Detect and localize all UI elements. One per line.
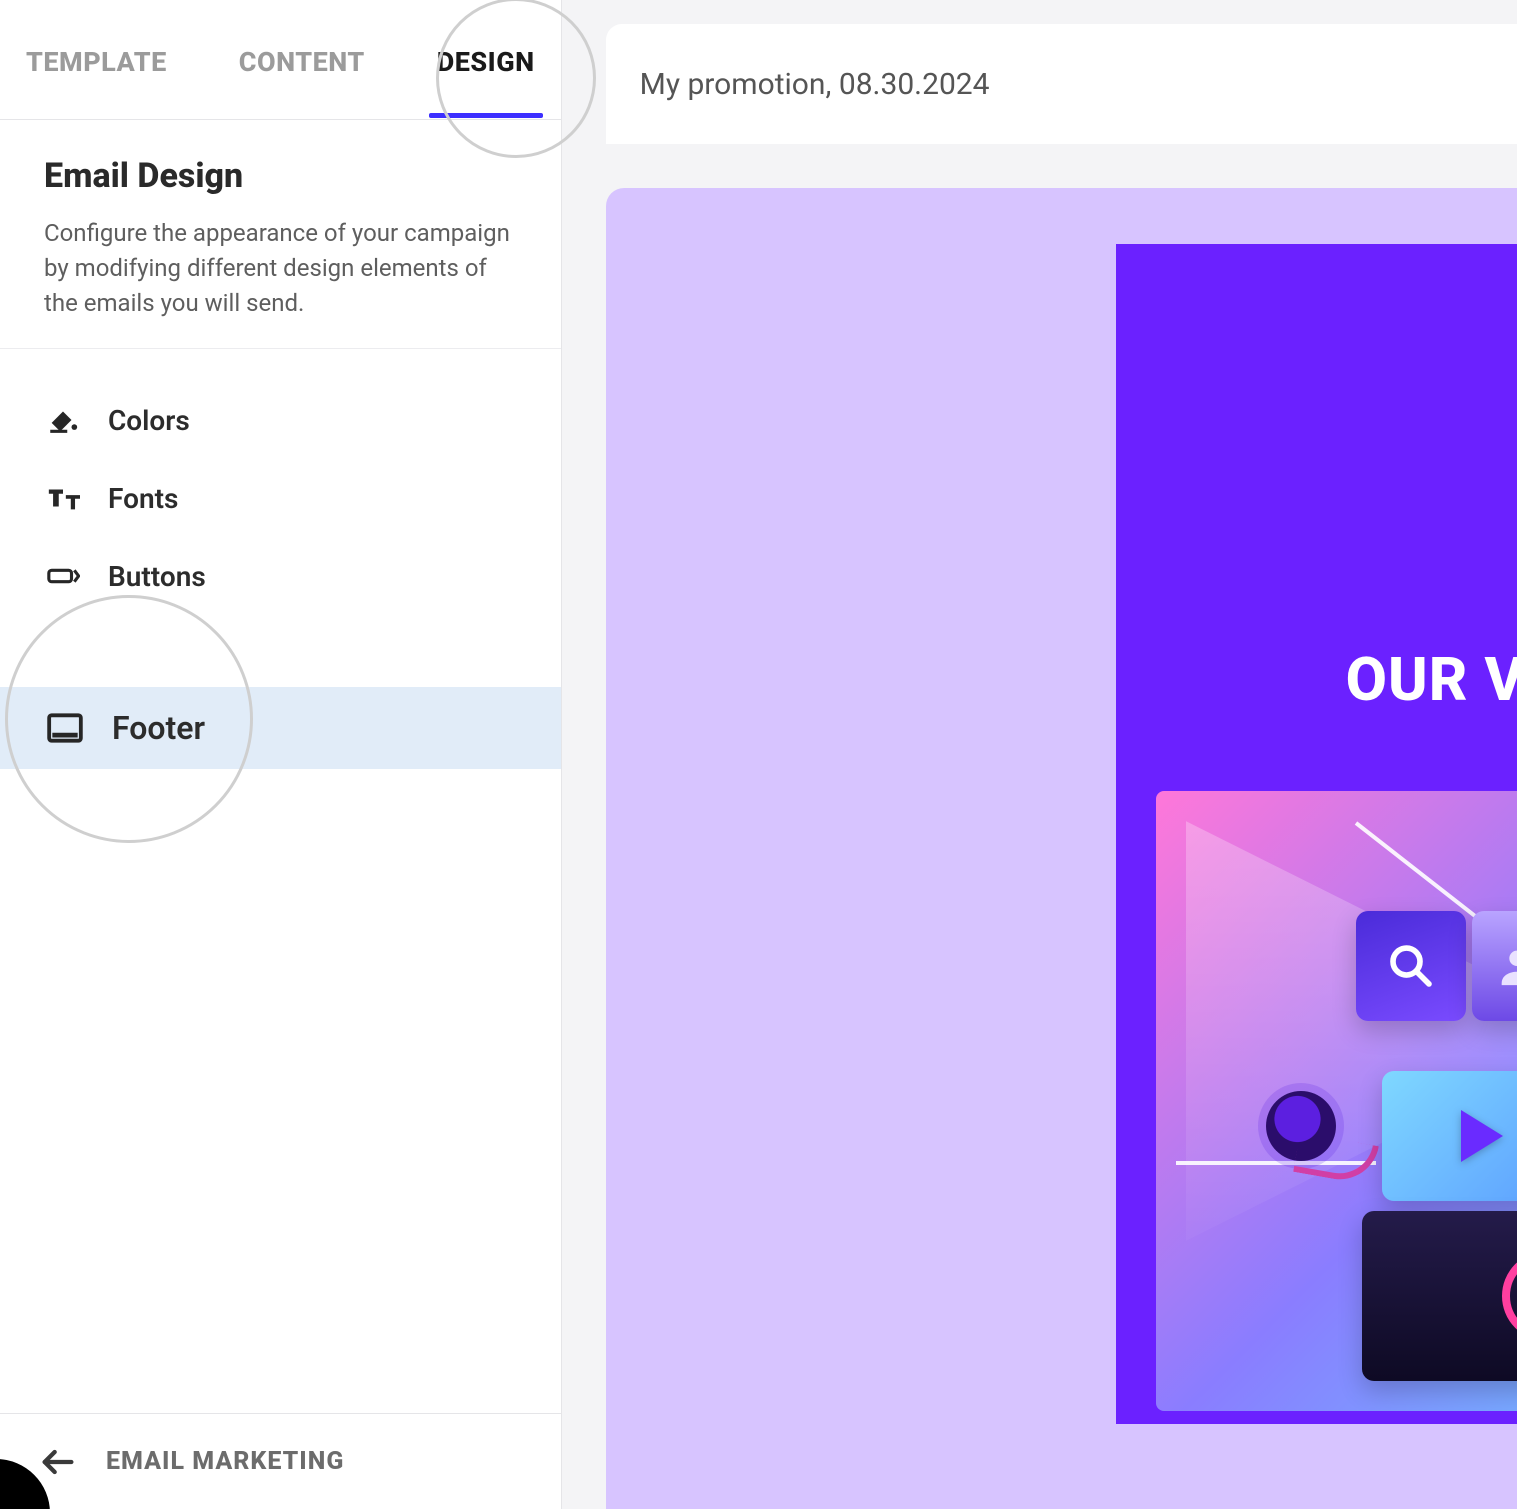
tab-content[interactable]: CONTENT <box>231 4 373 116</box>
design-options-list: Colors Fonts Buttons <box>0 349 561 769</box>
design-item-label: Fonts <box>108 482 178 515</box>
email-body: OUR V <box>1116 244 1517 1424</box>
design-item-footer[interactable]: Footer <box>0 687 561 769</box>
section-description: Configure the appearance of your campaig… <box>44 216 517 320</box>
design-sidebar: TEMPLATE CONTENT DESIGN Email Design Con… <box>0 0 562 1509</box>
preview-canvas-wrapper: OUR V <box>562 144 1517 1509</box>
footer-icon <box>46 709 84 747</box>
play-icon <box>1461 1110 1503 1162</box>
paint-bucket-icon <box>46 403 80 437</box>
email-preview-pane: My promotion, 08.30.2024 OUR V <box>562 0 1517 1509</box>
hero-title: OUR V <box>1116 644 1517 715</box>
target-icon <box>1502 1251 1517 1341</box>
design-item-buttons[interactable]: Buttons <box>0 537 561 615</box>
design-item-label: Colors <box>108 404 190 437</box>
design-item-label: Footer <box>112 709 205 747</box>
hero-image <box>1156 791 1517 1411</box>
design-item-label: Buttons <box>108 560 206 593</box>
section-title: Email Design <box>44 156 517 196</box>
sidebar-tabs: TEMPLATE CONTENT DESIGN <box>0 0 561 120</box>
back-label: EMAIL MARKETING <box>106 1447 344 1476</box>
arrow-left-icon <box>38 1442 78 1482</box>
design-item-colors[interactable]: Colors <box>0 381 561 459</box>
user-tile <box>1472 911 1517 1021</box>
email-subject-bar[interactable]: My promotion, 08.30.2024 <box>606 24 1517 144</box>
section-header: Email Design Configure the appearance of… <box>0 120 561 349</box>
tab-design[interactable]: DESIGN <box>429 4 543 116</box>
email-subject-text: My promotion, 08.30.2024 <box>640 67 990 102</box>
design-item-fonts[interactable]: Fonts <box>0 459 561 537</box>
app-root: TEMPLATE CONTENT DESIGN Email Design Con… <box>0 0 1517 1509</box>
text-size-icon <box>46 481 80 515</box>
button-icon <box>46 559 80 593</box>
dark-tile <box>1362 1211 1517 1381</box>
search-tile <box>1356 911 1466 1021</box>
sidebar-back-bar[interactable]: EMAIL MARKETING <box>0 1413 561 1509</box>
tab-template[interactable]: TEMPLATE <box>18 4 175 116</box>
video-tile <box>1382 1071 1517 1201</box>
email-outer-background: OUR V <box>606 188 1517 1509</box>
